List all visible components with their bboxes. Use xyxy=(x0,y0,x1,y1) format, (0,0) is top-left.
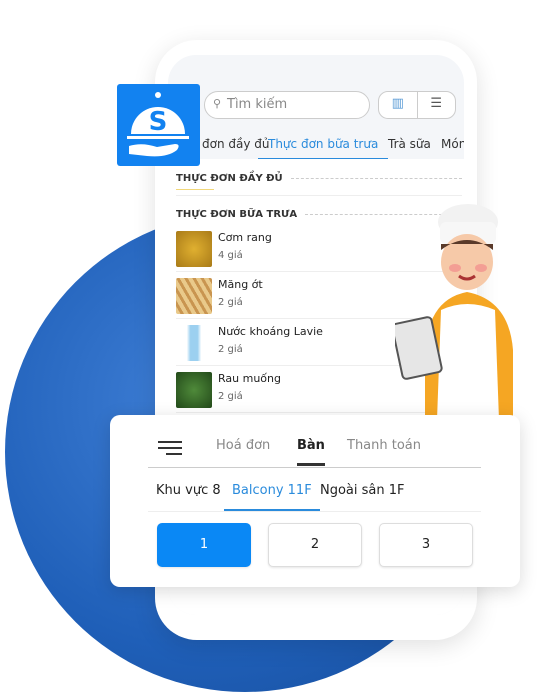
item-price: 2 giá xyxy=(218,391,243,402)
item-price: 2 giá xyxy=(218,297,243,308)
tab-dishes[interactable]: Món xyxy=(441,137,464,151)
zone-tab[interactable]: Khu vực 8 xyxy=(156,483,221,498)
tab-table[interactable]: Bàn xyxy=(297,438,325,466)
item-name: Nước khoáng Lavie xyxy=(218,325,323,338)
item-price: 4 giá xyxy=(218,250,243,261)
menu-icon[interactable] xyxy=(158,441,182,459)
divider xyxy=(148,511,481,512)
section-header: THỰC ĐƠN ĐẦY ĐỦ xyxy=(176,173,462,184)
chef-illustration xyxy=(391,200,525,420)
search-icon: ⚲ xyxy=(213,97,222,110)
tab-milk-tea[interactable]: Trà sữa xyxy=(388,137,431,151)
list-icon[interactable]: ☰ xyxy=(416,92,456,118)
zone-tab[interactable]: Ngoài sân 1F xyxy=(320,483,405,498)
svg-text:S: S xyxy=(149,107,168,137)
item-image xyxy=(176,278,212,314)
view-toggle: ▥ ☰ xyxy=(378,91,456,119)
item-image xyxy=(176,231,212,267)
tab-lunch-menu[interactable]: Thực đơn bữa trưa xyxy=(258,137,389,160)
table-button[interactable]: 3 xyxy=(379,523,473,567)
item-name: Cơm rang xyxy=(218,231,272,244)
divider xyxy=(148,467,481,468)
item-name: Rau muống xyxy=(218,372,281,385)
zone-tab[interactable]: Balcony 11F xyxy=(224,483,320,511)
item-price: 2 giá xyxy=(218,344,243,355)
book-icon[interactable]: ▥ xyxy=(379,92,417,118)
item-image xyxy=(176,325,212,361)
menu-tabs: đơn đầy đủ Thực đơn bữa trưa Trà sữa Món xyxy=(168,129,464,160)
search-placeholder: Tìm kiếm xyxy=(227,97,288,112)
tab-invoice[interactable]: Hoá đơn xyxy=(216,438,270,453)
table-selection-card: Hoá đơn Bàn Thanh toán Khu vực 8 Balcony… xyxy=(110,415,520,587)
tab-payment[interactable]: Thanh toán xyxy=(347,438,421,453)
table-button[interactable]: 1 xyxy=(157,523,251,567)
app-logo: S xyxy=(117,84,200,166)
item-image xyxy=(176,372,212,408)
table-button[interactable]: 2 xyxy=(268,523,362,567)
search-input[interactable]: ⚲ Tìm kiếm xyxy=(204,91,370,119)
item-name: Măng ớt xyxy=(218,278,263,291)
